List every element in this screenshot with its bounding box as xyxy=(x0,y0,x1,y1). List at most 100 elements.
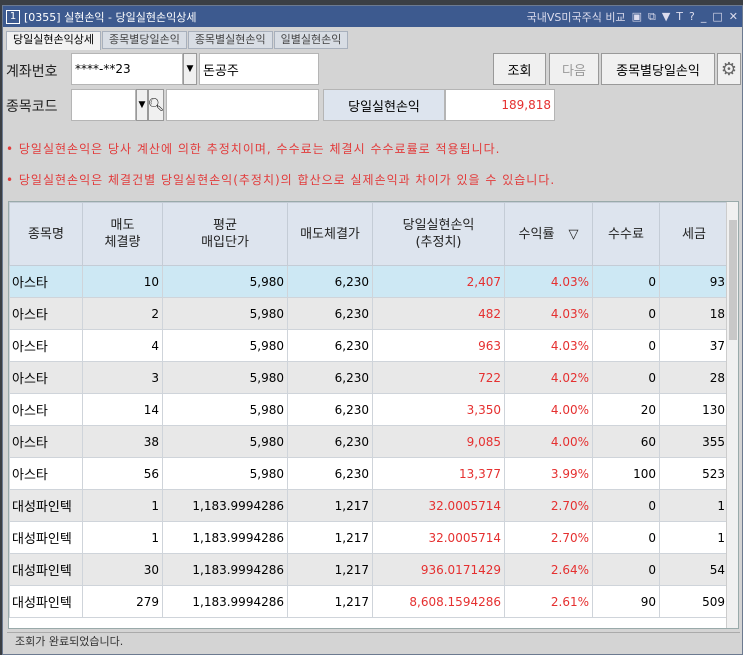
account-dropdown-icon[interactable]: ▼ xyxy=(183,53,197,85)
table-row[interactable]: 아스타 10 5,980 6,230 2,407 4.03% 0 93 xyxy=(9,265,729,298)
table-row[interactable]: 아스타 2 5,980 6,230 482 4.03% 0 18 xyxy=(9,297,729,330)
query-button[interactable]: 조회 xyxy=(493,53,546,85)
tab-item-daily[interactable]: 종목별당일손익 xyxy=(101,31,187,49)
cell-sell-price: 6,230 xyxy=(287,265,373,298)
cell-avg-price: 1,183.9994286 xyxy=(162,489,288,522)
cell-tax: 1 xyxy=(659,489,729,522)
account-select[interactable]: ****-**23 xyxy=(71,53,183,85)
cell-avg-price: 5,980 xyxy=(162,425,288,458)
search-icon[interactable]: 🔍︎ xyxy=(148,89,164,121)
help-icon[interactable]: ? xyxy=(689,10,695,23)
cell-tax: 1 xyxy=(659,521,729,554)
table-row[interactable]: 대성파인텍 1 1,183.9994286 1,217 32.0005714 2.70% 0… xyxy=(9,521,729,554)
cell-sell-qty: 2 xyxy=(82,297,163,330)
status-bar: 조회가 완료되었습니다. xyxy=(7,632,740,650)
table-row[interactable]: 대성파인텍 279 1,183.9994286 1,217 8,608.1594286 2… xyxy=(9,585,729,618)
table-row[interactable]: 아스타 38 5,980 6,230 9,085 4.00% 60 355 xyxy=(9,425,729,458)
header-avg-price[interactable]: 평균 매입단가 xyxy=(162,202,288,266)
cell-avg-price: 5,980 xyxy=(162,457,288,490)
code-name-field xyxy=(166,89,319,121)
table-row[interactable]: 아스타 4 5,980 6,230 963 4.03% 0 37 xyxy=(9,329,729,362)
cell-avg-price: 1,183.9994286 xyxy=(162,521,288,554)
cell-fee: 20 xyxy=(592,393,660,426)
cell-realized-pnl: 9,085 xyxy=(372,425,505,458)
table-row[interactable]: 아스타 14 5,980 6,230 3,350 4.00% 20 130 xyxy=(9,393,729,426)
cell-item-name: 대성파인텍 xyxy=(9,521,83,554)
table-row[interactable]: 대성파인텍 1 1,183.9994286 1,217 32.0005714 2.70% 0… xyxy=(9,489,729,522)
tab-bar: 당일실현손익상세 종목별당일손익 종목별실현손익 일별실현손익 xyxy=(6,31,349,50)
cell-realized-pnl: 2,407 xyxy=(372,265,505,298)
maximize-icon[interactable]: □ xyxy=(712,10,722,23)
sort-icon[interactable]: ▽ xyxy=(568,227,578,242)
cell-fee: 60 xyxy=(592,425,660,458)
pin-icon[interactable]: ▼ xyxy=(662,10,670,23)
cell-avg-price: 5,980 xyxy=(162,393,288,426)
cell-fee: 90 xyxy=(592,585,660,618)
header-label: 수익률 xyxy=(518,226,555,242)
font-icon[interactable]: T xyxy=(676,10,683,23)
cell-item-name: 아스타 xyxy=(9,457,83,490)
table-row[interactable]: 대성파인텍 30 1,183.9994286 1,217 936.0171429 2.64… xyxy=(9,553,729,586)
gear-icon[interactable]: ⚙ xyxy=(717,53,741,85)
header-label: 매도체결가 xyxy=(300,226,360,242)
header-sell-price[interactable]: 매도체결가 xyxy=(287,202,373,266)
code-input[interactable] xyxy=(71,89,136,121)
cell-sell-qty: 10 xyxy=(82,265,163,298)
cell-item-name: 대성파인텍 xyxy=(9,553,83,586)
table-row[interactable]: 아스타 56 5,980 6,230 13,377 3.99% 100 523 xyxy=(9,457,729,490)
cell-sell-qty: 1 xyxy=(82,489,163,522)
code-dropdown-icon[interactable]: ▼ xyxy=(136,89,148,121)
cell-sell-qty: 4 xyxy=(82,329,163,362)
header-item-name[interactable]: 종목명 xyxy=(9,202,83,266)
cell-return-rate: 4.00% xyxy=(504,425,593,458)
daily-pnl-value: 189,818 xyxy=(445,89,555,121)
cell-fee: 0 xyxy=(592,329,660,362)
item-daily-pnl-button[interactable]: 종목별당일손익 xyxy=(601,53,715,85)
cell-realized-pnl: 32.0005714 xyxy=(372,489,505,522)
next-button[interactable]: 다음 xyxy=(549,53,599,85)
header-tax[interactable]: 세금 xyxy=(659,202,729,266)
header-sell-qty[interactable]: 매도 체결량 xyxy=(82,202,163,266)
cell-sell-price: 1,217 xyxy=(287,553,373,586)
compare-link[interactable]: 국내VS미국주식 비교 xyxy=(527,9,626,25)
cell-tax: 37 xyxy=(659,329,729,362)
header-label: 매도 체결량 xyxy=(104,218,141,250)
cell-tax: 523 xyxy=(659,457,729,490)
cell-sell-price: 6,230 xyxy=(287,425,373,458)
cell-avg-price: 5,980 xyxy=(162,265,288,298)
cell-sell-price: 1,217 xyxy=(287,521,373,554)
cell-fee: 0 xyxy=(592,521,660,554)
vertical-scrollbar[interactable] xyxy=(726,202,738,628)
cell-sell-qty: 30 xyxy=(82,553,163,586)
cell-tax: 28 xyxy=(659,361,729,394)
notice-2: • 당일실현손익은 체결건별 당일실현손익(추정치)의 합산으로 실제손익과 차… xyxy=(6,173,556,187)
cell-avg-price: 5,980 xyxy=(162,329,288,362)
tab-daily-realized[interactable]: 일별실현손익 xyxy=(273,31,349,49)
close-icon[interactable]: ✕ xyxy=(729,10,738,23)
cell-return-rate: 2.61% xyxy=(504,585,593,618)
cell-item-name: 아스타 xyxy=(9,393,83,426)
cell-tax: 355 xyxy=(659,425,729,458)
table-row[interactable]: 아스타 3 5,980 6,230 722 4.02% 0 28 xyxy=(9,361,729,394)
cell-sell-price: 1,217 xyxy=(287,489,373,522)
cell-return-rate: 4.00% xyxy=(504,393,593,426)
header-fee[interactable]: 수수료 xyxy=(592,202,660,266)
cell-sell-qty: 3 xyxy=(82,361,163,394)
tab-item-realized[interactable]: 종목별실현손익 xyxy=(187,31,273,49)
cell-item-name: 아스타 xyxy=(9,297,83,330)
code-label: 종목코드 xyxy=(6,99,58,115)
cell-avg-price: 1,183.9994286 xyxy=(162,553,288,586)
cell-realized-pnl: 13,377 xyxy=(372,457,505,490)
copy-icon[interactable]: ⧉ xyxy=(648,10,656,24)
scrollbar-thumb[interactable] xyxy=(729,220,737,340)
layout-icon[interactable]: ▣ xyxy=(632,10,642,23)
cell-realized-pnl: 32.0005714 xyxy=(372,521,505,554)
tab-daily-detail[interactable]: 당일실현손익상세 xyxy=(6,31,101,50)
cell-tax: 54 xyxy=(659,553,729,586)
header-realized-pnl[interactable]: 당일실현손익 (추정치) xyxy=(372,202,505,266)
pnl-table: 종목명 매도 체결량 평균 매입단가 매도체결가 당일실현손익 (추정치) 수익률 ▽ 수수료… xyxy=(8,201,739,629)
minimize-icon[interactable]: _ xyxy=(701,10,707,23)
header-return-rate[interactable]: 수익률 ▽ xyxy=(504,202,593,266)
cell-return-rate: 4.03% xyxy=(504,265,593,298)
cell-return-rate: 2.70% xyxy=(504,521,593,554)
